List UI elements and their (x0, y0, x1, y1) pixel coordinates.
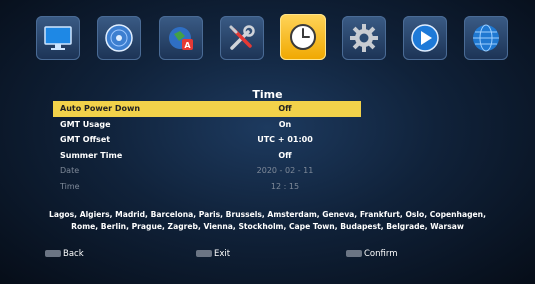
row-auto-power-down[interactable]: Auto Power Down Off (53, 101, 361, 117)
city-line: Lagos, Algiers, Madrid, Barcelona, Paris… (49, 210, 486, 219)
disc-icon (105, 24, 133, 52)
row-value: Off (278, 150, 292, 160)
gear-icon (350, 24, 378, 52)
menu-tile-media[interactable] (403, 16, 447, 60)
row-label: Date (60, 166, 80, 175)
row-value: 12 : 15 (270, 181, 300, 191)
settings-list: Auto Power Down Off GMT Usage On GMT Off… (53, 101, 361, 194)
row-label: GMT Usage (60, 119, 111, 129)
play-icon (411, 24, 439, 52)
timezone-cities-info: Lagos, Algiers, Madrid, Barcelona, Paris… (20, 209, 515, 233)
row-label: GMT Offset (60, 135, 111, 144)
city-line: Rome, Berlin, Prague, Zagreb, Vienna, St… (71, 222, 464, 231)
menu-tile-disc[interactable] (97, 16, 141, 60)
menu-tile-monitor[interactable] (36, 16, 80, 60)
row-summer-time[interactable]: Summer Time Off (53, 148, 361, 164)
clock-icon (290, 24, 316, 50)
svg-text:A: A (184, 41, 191, 50)
hint-back[interactable]: Back (45, 248, 84, 260)
row-gmt-offset[interactable]: GMT Offset UTC + 01:00 (53, 132, 361, 148)
menu-tile-tools[interactable] (220, 16, 264, 60)
tv-screen: A Time Auto Power Down Off GMT Usage On … (0, 0, 535, 284)
hint-exit[interactable]: Exit (196, 248, 230, 260)
row-label: Summer Time (60, 150, 123, 160)
row-time: Time 12 : 15 (53, 179, 361, 195)
ok-key-icon (346, 250, 362, 257)
hint-confirm[interactable]: Confirm (346, 248, 398, 260)
globe-icon (473, 24, 499, 52)
row-label: Auto Power Down (60, 104, 141, 113)
row-gmt-usage[interactable]: GMT Usage On (53, 117, 361, 133)
exit-key-icon (196, 250, 212, 257)
monitor-icon (44, 26, 72, 50)
row-label: Time (60, 181, 80, 191)
hint-confirm-label: Confirm (364, 249, 398, 259)
hint-back-label: Back (63, 249, 84, 259)
tools-icon (229, 25, 255, 50)
menu-tile-time[interactable] (280, 14, 326, 60)
top-menu-bar: A (36, 14, 508, 68)
apps-icon: A (169, 27, 193, 50)
menu-tile-network[interactable] (464, 16, 508, 60)
row-value: Off (278, 104, 292, 113)
menu-tile-settings[interactable] (342, 16, 386, 60)
row-date: Date 2020 - 02 - 11 (53, 163, 361, 179)
menu-tile-apps[interactable]: A (159, 16, 203, 60)
row-value: On (278, 119, 292, 129)
row-value: UTC + 01:00 (257, 135, 313, 144)
menu-key-icon (45, 250, 61, 257)
hint-exit-label: Exit (214, 249, 231, 259)
page-title: Time (252, 88, 283, 101)
row-value: 2020 - 02 - 11 (256, 166, 314, 175)
